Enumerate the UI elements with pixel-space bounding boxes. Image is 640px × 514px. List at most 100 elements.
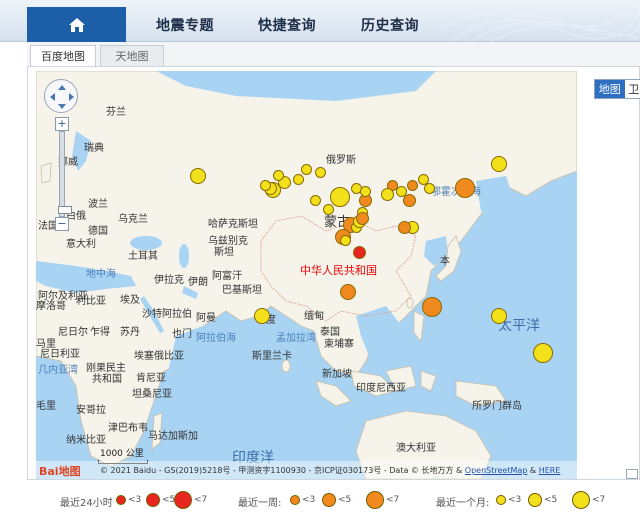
label-sudan: 苏丹	[120, 327, 140, 338]
legend-size-week-lt7: <7	[386, 495, 400, 505]
quake-marker-q-taiwan2[interactable]	[397, 221, 411, 235]
legend: 最近24小时 最近一周: 最近一个月: <3 <5 <7 <3 <5 <7 <3 <5 <7	[0, 484, 640, 514]
label-nigeria: 尼日利亚	[40, 349, 80, 360]
nav-item-quick-query[interactable]: 快捷查询	[258, 15, 316, 35]
label-uzbek-2: 斯坦	[214, 247, 234, 258]
label-egypt: 埃及	[120, 295, 140, 306]
label-pacific: 太平洋	[498, 318, 540, 334]
legend-dot-month-lt3	[496, 495, 506, 505]
legend-size-day-lt7: <7	[194, 495, 208, 505]
attribution-text: © 2021 Baidu - GS(2019)5218号 - 甲测资字11009…	[100, 465, 560, 476]
label-angola: 安哥拉	[76, 405, 106, 416]
label-madagascar: 马达加斯加	[148, 431, 198, 442]
label-turkey: 土耳其	[128, 251, 158, 262]
label-niger: 尼日尔	[58, 327, 88, 338]
map-attribution: Bai地图 © 2021 Baidu - GS(2019)5218号 - 甲测资…	[36, 461, 577, 479]
legend-week-label: 最近一周:	[238, 498, 282, 509]
label-guinea-gulf: 几内亚湾	[38, 365, 78, 376]
label-singapore: 新加坡	[322, 369, 352, 380]
label-mediterranean: 地中海	[86, 269, 116, 280]
tab-tianditu[interactable]: 天地图	[100, 45, 164, 66]
home-button[interactable]	[27, 7, 126, 42]
quake-marker-q-korea[interactable]	[423, 182, 435, 194]
nav-item-history-query[interactable]: 历史查询	[361, 15, 419, 35]
legend-dot-week-lt5	[322, 493, 336, 507]
label-myanmar: 缅甸	[304, 311, 324, 322]
osm-link[interactable]: OpenStreetMap	[465, 466, 528, 475]
legend-month-label: 最近一个月:	[436, 498, 490, 509]
legend-day-label: 最近24小时	[60, 498, 113, 509]
quake-marker-q-henan[interactable]	[380, 187, 394, 201]
legend-size-day-lt3: <3	[128, 495, 142, 505]
overview-toggle[interactable]	[626, 469, 638, 479]
label-libya: 利比亚	[76, 296, 106, 307]
label-italy: 意大利	[66, 239, 96, 250]
pan-control[interactable]	[44, 79, 78, 113]
zoom-slider[interactable]	[58, 131, 72, 217]
quake-marker-q-xinjiang[interactable]	[292, 173, 304, 185]
label-afghanistan: 阿富汗	[212, 271, 242, 282]
quake-marker-q-tibet1[interactable]	[309, 194, 321, 206]
nav-decoration	[440, 0, 640, 42]
legend-dot-month-lt5	[528, 493, 542, 507]
label-srilanka: 斯里兰卡	[252, 351, 292, 362]
quake-marker-q-myanmar2[interactable]	[340, 234, 352, 246]
label-tanzania: 坦桑尼亚	[132, 389, 172, 400]
tab-baidu-map[interactable]: 百度地图	[30, 45, 96, 66]
quake-marker-q-java[interactable]	[421, 297, 442, 318]
zoom-in-button[interactable]: +	[55, 117, 69, 131]
map-tabs: 百度地图 天地图	[27, 42, 640, 66]
label-finland: 芬兰	[106, 107, 126, 118]
map-type-map-button[interactable]: 地图	[595, 80, 625, 98]
quake-marker-q-vanuatu[interactable]	[533, 342, 554, 363]
legend-dot-day-lt5	[146, 493, 160, 507]
label-papua: 所罗门群岛	[472, 401, 522, 412]
label-cambodia: 柬埔寨	[324, 339, 354, 350]
label-iran: 伊朗	[188, 277, 208, 288]
quake-marker-q-lanzhou[interactable]	[359, 185, 371, 197]
attribution-amp: &	[527, 466, 539, 475]
label-uzbek: 乌兹别克	[208, 236, 248, 247]
label-oman: 阿曼	[196, 313, 216, 324]
label-botswana: 津巴布韦	[108, 423, 148, 434]
label-bay-of-bengal: 孟加拉湾	[276, 333, 316, 344]
here-link[interactable]: HERE	[539, 466, 561, 475]
label-iraq: 伊拉克	[154, 275, 184, 286]
earthquake-map[interactable]: 芬兰 瑞典 挪威 俄罗斯 鄂霍次克海 波兰 乌克兰 白俄 德国 法国 意大利 土…	[36, 71, 577, 479]
label-kenya: 肯尼亚	[136, 373, 166, 384]
label-china: 中华人民共和国	[300, 264, 377, 277]
label-arabian-sea: 阿拉伯海	[196, 333, 236, 344]
baidu-logo[interactable]: Bai地图	[39, 463, 81, 479]
label-mauritania: 毛里	[36, 401, 56, 412]
quake-marker-q-bohai[interactable]	[406, 179, 418, 191]
pan-arrows-icon	[50, 85, 74, 109]
label-pakistan: 巴基斯坦	[222, 285, 262, 296]
map-type-satellite-button[interactable]: 卫星	[625, 80, 640, 98]
label-indonesia: 印度尼西亚	[356, 383, 406, 394]
quake-marker-q-guizhou[interactable]	[355, 212, 369, 226]
label-japan: 本	[440, 256, 450, 267]
legend-size-week-lt3: <3	[302, 495, 316, 505]
label-namibia: 纳米比亚	[66, 435, 106, 446]
map-type-switch: 地图 卫星	[594, 79, 640, 99]
scale-label: 1000 公里	[100, 449, 144, 459]
label-congo-2: 共和国	[92, 374, 122, 385]
label-ukraine: 乌克兰	[118, 214, 148, 225]
quake-marker-q-kuril[interactable]	[490, 155, 507, 172]
quake-marker-q-png[interactable]	[490, 308, 507, 325]
legend-dot-month-lt7	[572, 491, 590, 509]
baidu-logo-text: Bai地图	[39, 465, 81, 478]
zoom-out-button[interactable]: −	[55, 217, 69, 231]
label-morocco: 摩洛哥	[36, 301, 66, 312]
quake-marker-q-thailand[interactable]	[353, 245, 367, 259]
zoom-slider-handle[interactable]	[58, 206, 72, 214]
legend-dot-week-lt7	[366, 491, 384, 509]
legend-size-month-lt5: <5	[544, 495, 558, 505]
label-russia: 俄罗斯	[326, 155, 356, 166]
legend-dot-day-lt3	[116, 495, 126, 505]
quake-marker-q-afg3[interactable]	[259, 179, 271, 191]
nav-item-earthquake-topics[interactable]: 地震专题	[156, 15, 214, 35]
legend-dot-week-lt3	[290, 495, 300, 505]
legend-size-week-lt5: <5	[338, 495, 352, 505]
quake-marker-q-jiangsu[interactable]	[403, 193, 417, 207]
